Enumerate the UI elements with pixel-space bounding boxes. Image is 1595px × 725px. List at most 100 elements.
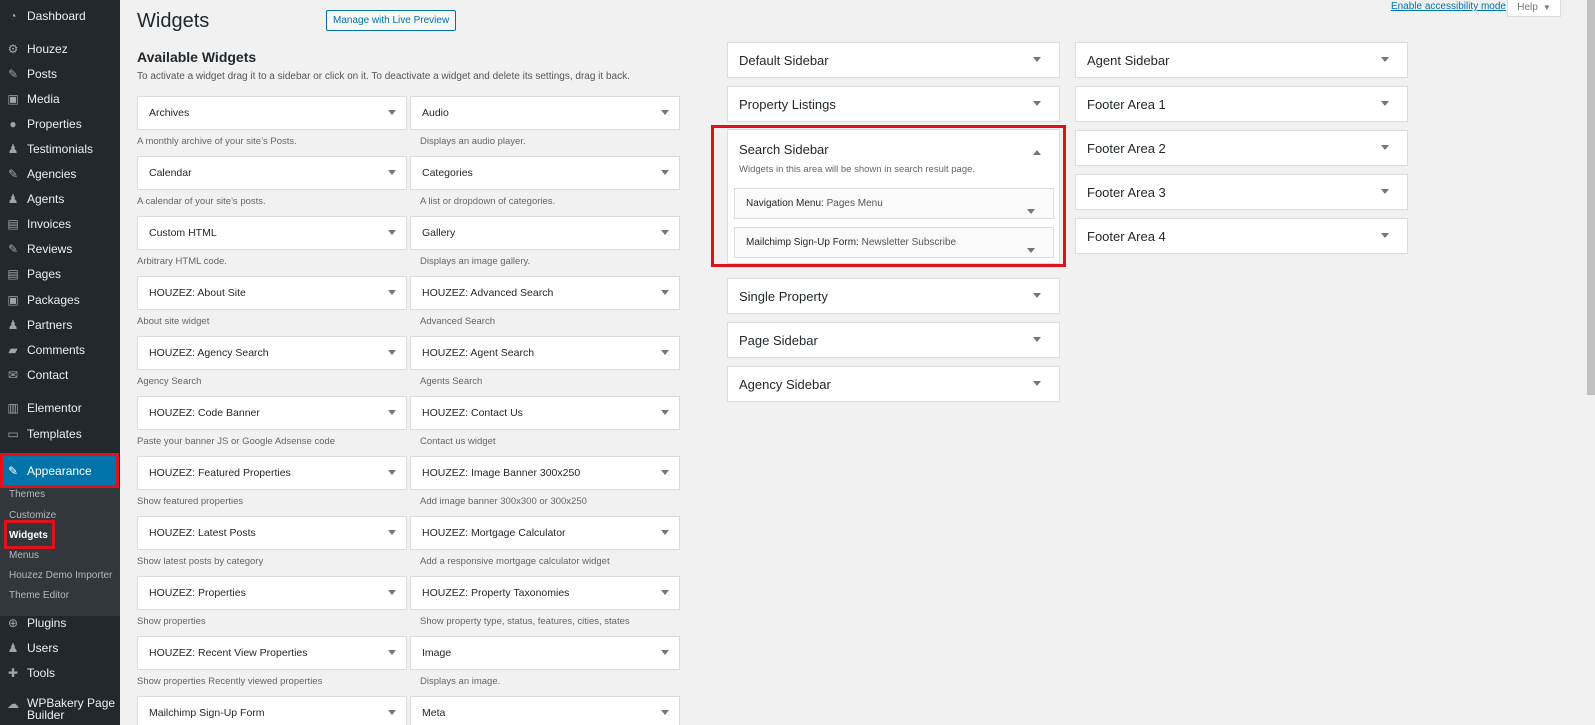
caret-down-icon[interactable]: [1033, 101, 1041, 106]
menu-item-properties[interactable]: ● Properties: [0, 113, 120, 135]
caret-down-icon[interactable]: [388, 170, 396, 175]
caret-down-icon[interactable]: [1381, 233, 1389, 238]
submenu-themes[interactable]: Themes: [9, 489, 45, 500]
caret-down-icon[interactable]: [388, 530, 396, 535]
caret-down-icon[interactable]: [388, 410, 396, 415]
widget-audio[interactable]: Audio: [410, 96, 680, 130]
sidebar-single-property[interactable]: Single Property: [727, 278, 1060, 314]
sidebar-footer-area-4[interactable]: Footer Area 4: [1075, 218, 1408, 254]
submenu-customize[interactable]: Customize: [9, 510, 56, 521]
menu-item-testimonials[interactable]: ♟ Testimonials: [0, 138, 120, 160]
caret-down-icon[interactable]: [1033, 57, 1041, 62]
caret-down-icon[interactable]: [1381, 145, 1389, 150]
menu-item-elementor[interactable]: ▥ Elementor: [0, 397, 120, 419]
caret-down-icon[interactable]: [661, 590, 669, 595]
caret-down-icon[interactable]: [388, 350, 396, 355]
widget-archives[interactable]: Archives: [137, 96, 407, 130]
caret-down-icon[interactable]: [388, 230, 396, 235]
widget-custom-html[interactable]: Custom HTML: [137, 216, 407, 250]
widget-houzez-agent-search[interactable]: HOUZEZ: Agent Search: [410, 336, 680, 370]
sidebar-widget-mailchimp[interactable]: Mailchimp Sign-Up Form: Newsletter Subsc…: [734, 227, 1054, 258]
widget-houzez-agency-search[interactable]: HOUZEZ: Agency Search: [137, 336, 407, 370]
page-scrollbar[interactable]: [1587, 0, 1595, 725]
widget-houzez-featured-properties[interactable]: HOUZEZ: Featured Properties: [137, 456, 407, 490]
menu-item-invoices[interactable]: ▤ Invoices: [0, 213, 120, 235]
widget-houzez-image-banner[interactable]: HOUZEZ: Image Banner 300x250: [410, 456, 680, 490]
sidebar-search[interactable]: Search Sidebar Widgets in this area will…: [727, 129, 1060, 264]
caret-down-icon[interactable]: [388, 470, 396, 475]
menu-item-comments[interactable]: ▰ Comments: [0, 339, 120, 361]
widget-houzez-advanced-search[interactable]: HOUZEZ: Advanced Search: [410, 276, 680, 310]
caret-down-icon[interactable]: [388, 110, 396, 115]
menu-item-media[interactable]: ▣ Media: [0, 88, 120, 110]
widget-image[interactable]: Image: [410, 636, 680, 670]
menu-item-tools[interactable]: ✚ Tools: [0, 662, 120, 684]
widget-houzez-code-banner[interactable]: HOUZEZ: Code Banner: [137, 396, 407, 430]
submenu-menus[interactable]: Menus: [9, 550, 39, 561]
sidebar-default[interactable]: Default Sidebar: [727, 42, 1060, 78]
widget-houzez-mortgage-calculator[interactable]: HOUZEZ: Mortgage Calculator: [410, 516, 680, 550]
menu-item-plugins[interactable]: ⊕ Plugins: [0, 612, 120, 634]
caret-down-icon[interactable]: [388, 290, 396, 295]
menu-item-contact[interactable]: ✉ Contact: [0, 364, 120, 386]
sidebar-agent[interactable]: Agent Sidebar: [1075, 42, 1408, 78]
menu-item-wpbakery[interactable]: ☁ WPBakery Page Builder: [0, 697, 120, 721]
caret-down-icon[interactable]: [661, 290, 669, 295]
widget-houzez-properties[interactable]: HOUZEZ: Properties: [137, 576, 407, 610]
caret-down-icon[interactable]: [661, 110, 669, 115]
menu-item-houzez[interactable]: ⚙ Houzez: [0, 38, 120, 60]
widget-houzez-latest-posts[interactable]: HOUZEZ: Latest Posts: [137, 516, 407, 550]
live-preview-button[interactable]: Manage with Live Preview: [326, 10, 457, 31]
menu-item-templates[interactable]: ▭ Templates: [0, 423, 120, 445]
widget-houzez-contact-us[interactable]: HOUZEZ: Contact Us: [410, 396, 680, 430]
menu-item-pages[interactable]: ▤ Pages: [0, 263, 120, 285]
caret-down-icon[interactable]: [1033, 381, 1041, 386]
submenu-widgets[interactable]: Widgets: [9, 530, 48, 541]
menu-item-dashboard[interactable]: ◔ Dashboard: [0, 5, 120, 27]
widget-calendar[interactable]: Calendar: [137, 156, 407, 190]
caret-down-icon[interactable]: [661, 230, 669, 235]
sidebar-property-listings[interactable]: Property Listings: [727, 86, 1060, 122]
widget-meta[interactable]: Meta: [410, 696, 680, 725]
widget-houzez-property-taxonomies[interactable]: HOUZEZ: Property Taxonomies: [410, 576, 680, 610]
widget-categories[interactable]: Categories: [410, 156, 680, 190]
caret-down-icon[interactable]: [661, 710, 669, 715]
menu-item-users[interactable]: ♟ Users: [0, 637, 120, 659]
menu-item-agents[interactable]: ♟ Agents: [0, 188, 120, 210]
caret-down-icon[interactable]: [1381, 189, 1389, 194]
caret-down-icon[interactable]: [388, 590, 396, 595]
sidebar-footer-area-2[interactable]: Footer Area 2: [1075, 130, 1408, 166]
widget-houzez-recent-view-properties[interactable]: HOUZEZ: Recent View Properties: [137, 636, 407, 670]
menu-item-packages[interactable]: ▣ Packages: [0, 289, 120, 311]
widget-mailchimp-signup-form[interactable]: Mailchimp Sign-Up Form: [137, 696, 407, 725]
caret-down-icon[interactable]: [1381, 57, 1389, 62]
submenu-houzez-demo-importer[interactable]: Houzez Demo Importer: [9, 570, 112, 581]
caret-down-icon[interactable]: [388, 650, 396, 655]
caret-down-icon[interactable]: [1381, 101, 1389, 106]
menu-item-reviews[interactable]: ✎ Reviews: [0, 238, 120, 260]
sidebar-footer-area-3[interactable]: Footer Area 3: [1075, 174, 1408, 210]
caret-down-icon[interactable]: [661, 470, 669, 475]
caret-down-icon[interactable]: [1027, 248, 1035, 253]
submenu-theme-editor[interactable]: Theme Editor: [9, 590, 69, 601]
menu-item-appearance[interactable]: ✎ Appearance: [0, 456, 116, 486]
accessibility-mode-link[interactable]: Enable accessibility mode: [1391, 1, 1506, 12]
caret-down-icon[interactable]: [661, 350, 669, 355]
sidebar-widget-navigation-menu[interactable]: Navigation Menu: Pages Menu: [734, 188, 1054, 219]
caret-down-icon[interactable]: [661, 650, 669, 655]
help-tab[interactable]: Help ▼: [1507, 0, 1561, 17]
caret-down-icon[interactable]: [1033, 337, 1041, 342]
caret-down-icon[interactable]: [661, 530, 669, 535]
menu-item-partners[interactable]: ♟ Partners: [0, 314, 120, 336]
caret-up-icon[interactable]: [1033, 150, 1041, 155]
sidebar-agency[interactable]: Agency Sidebar: [727, 366, 1060, 402]
caret-down-icon[interactable]: [661, 170, 669, 175]
menu-item-agencies[interactable]: ✎ Agencies: [0, 163, 120, 185]
caret-down-icon[interactable]: [1027, 209, 1035, 214]
menu-item-posts[interactable]: ✎ Posts: [0, 63, 120, 85]
caret-down-icon[interactable]: [661, 410, 669, 415]
widget-gallery[interactable]: Gallery: [410, 216, 680, 250]
sidebar-page[interactable]: Page Sidebar: [727, 322, 1060, 358]
sidebar-footer-area-1[interactable]: Footer Area 1: [1075, 86, 1408, 122]
caret-down-icon[interactable]: [1033, 293, 1041, 298]
